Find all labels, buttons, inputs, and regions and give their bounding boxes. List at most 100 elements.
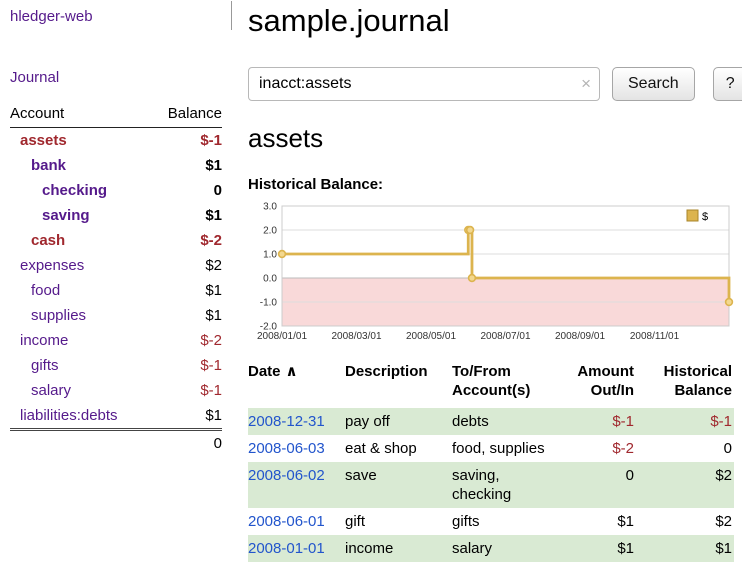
- date-header-label: Date: [248, 363, 281, 380]
- transaction-amount: $-1: [552, 408, 636, 435]
- register-header-amount[interactable]: Amount Out/In: [552, 360, 636, 408]
- account-balance: $1: [151, 303, 222, 328]
- sort-ascending-icon: ∧: [286, 363, 298, 380]
- register-row: 2008-06-01giftgifts$1$2: [248, 508, 734, 535]
- register-row: 2008-06-03 eat & shopfood, supplies$-20: [248, 435, 734, 462]
- account-row: supplies $1: [10, 303, 222, 328]
- register-header-date[interactable]: Date ∧: [248, 360, 345, 408]
- account-link[interactable]: liabilities:debts: [20, 407, 118, 424]
- account-balance: $1: [151, 403, 222, 430]
- search-button[interactable]: Search: [612, 67, 695, 101]
- account-name-cell: salary: [10, 378, 151, 403]
- account-balance: $-1: [151, 353, 222, 378]
- transaction-amount: $1: [552, 508, 636, 535]
- transaction-accounts: food, supplies: [452, 435, 552, 462]
- account-name-cell: checking: [10, 178, 151, 203]
- transaction-amount: $-2: [552, 435, 636, 462]
- transaction-balance: 0: [636, 435, 734, 462]
- account-link[interactable]: supplies: [31, 307, 86, 324]
- transaction-date-link[interactable]: 2008-06-02: [248, 467, 325, 484]
- transaction-balance: $2: [636, 508, 734, 535]
- account-name-cell: assets: [10, 128, 151, 154]
- main-content: sample.journal × Search ? assets Histori…: [232, 0, 742, 582]
- register-header-balance[interactable]: Historical Balance: [636, 360, 734, 408]
- account-link[interactable]: expenses: [20, 257, 84, 274]
- search-form: × Search ?: [248, 67, 742, 101]
- transaction-accounts: salary: [452, 535, 552, 562]
- register-header-accounts[interactable]: To/From Account(s): [452, 360, 552, 408]
- accounts-total-balance: 0: [151, 430, 222, 457]
- account-link[interactable]: gifts: [31, 357, 59, 374]
- transaction-accounts: debts: [452, 408, 552, 435]
- account-link[interactable]: salary: [31, 382, 71, 399]
- account-link[interactable]: bank: [31, 157, 66, 174]
- transaction-date-cell: 2008-06-03: [248, 435, 345, 462]
- svg-text:-1.0: -1.0: [260, 298, 278, 309]
- account-row: cash $-2: [10, 228, 222, 253]
- account-link[interactable]: income: [20, 332, 68, 349]
- transaction-date-link[interactable]: 2008-06-01: [248, 513, 325, 530]
- svg-text:2008/03/01: 2008/03/01: [331, 331, 381, 342]
- transaction-description: eat & shop: [345, 435, 452, 462]
- account-row: liabilities:debts $1: [10, 403, 222, 430]
- svg-text:2008/05/01: 2008/05/01: [406, 331, 456, 342]
- account-link[interactable]: saving: [42, 207, 90, 224]
- page-title: sample.journal: [248, 3, 742, 39]
- account-name-cell: liabilities:debts: [10, 403, 151, 430]
- hledger-web-app: hledger-web Journal Account Balance asse…: [0, 0, 742, 582]
- search-box: ×: [248, 67, 600, 101]
- transaction-accounts: gifts: [452, 508, 552, 535]
- transaction-date-cell: 2008-06-01: [248, 508, 345, 535]
- svg-text:3.0: 3.0: [263, 202, 277, 213]
- brand-link[interactable]: hledger-web: [10, 8, 222, 25]
- account-row: saving$1: [10, 203, 222, 228]
- account-row: gifts $-1: [10, 353, 222, 378]
- chart-title: Historical Balance:: [248, 176, 742, 193]
- transaction-date-link[interactable]: 2008-12-31: [248, 413, 325, 430]
- account-balance: 0: [151, 178, 222, 203]
- account-link[interactable]: cash: [31, 232, 65, 249]
- transaction-balance: $-1: [636, 408, 734, 435]
- register-row: 2008-12-31pay offdebts$-1$-1: [248, 408, 734, 435]
- account-name-cell: saving: [10, 203, 151, 228]
- sidebar: hledger-web Journal Account Balance asse…: [0, 0, 232, 582]
- transaction-date-link[interactable]: 2008-06-03: [248, 440, 325, 457]
- svg-text:2008/09/01: 2008/09/01: [555, 331, 605, 342]
- account-link[interactable]: assets: [20, 132, 67, 149]
- register-row: 2008-06-02savesaving, checking0$2: [248, 462, 734, 508]
- account-balance: $-2: [151, 228, 222, 253]
- account-balance: $1: [151, 153, 222, 178]
- account-balance: $-1: [151, 378, 222, 403]
- svg-text:2008/07/01: 2008/07/01: [480, 331, 530, 342]
- register-header-description[interactable]: Description: [345, 360, 452, 408]
- account-name-cell: gifts: [10, 353, 151, 378]
- register-row: 2008-01-01incomesalary$1$1: [248, 535, 734, 562]
- transaction-date-cell: 2008-06-02: [248, 462, 345, 508]
- account-name-cell: expenses: [10, 253, 151, 278]
- transaction-date-link[interactable]: 2008-01-01: [248, 540, 325, 557]
- accounts-header-row: Account Balance: [10, 101, 222, 128]
- account-heading: assets: [248, 123, 742, 154]
- transaction-amount: 0: [552, 462, 636, 508]
- journal-link[interactable]: Journal: [10, 69, 222, 86]
- transaction-description: save: [345, 462, 452, 508]
- help-button[interactable]: ?: [713, 67, 742, 101]
- svg-text:2008/11/01: 2008/11/01: [630, 331, 680, 342]
- account-name-cell: supplies: [10, 303, 151, 328]
- account-name-cell: cash: [10, 228, 151, 253]
- total-spacer: [10, 430, 151, 457]
- account-row: food$1: [10, 278, 222, 303]
- account-balance: $2: [151, 253, 222, 278]
- svg-text:0.0: 0.0: [263, 274, 277, 285]
- accounts-table: Account Balance assets $-1 bank $1 checking 0…: [10, 101, 222, 456]
- account-name-cell: bank: [10, 153, 151, 178]
- account-name-cell: food: [10, 278, 151, 303]
- svg-text:$: $: [702, 211, 708, 223]
- account-link[interactable]: checking: [42, 182, 107, 199]
- account-balance: $-1: [151, 128, 222, 154]
- account-link[interactable]: food: [31, 282, 60, 299]
- account-row: salary $-1: [10, 378, 222, 403]
- search-input[interactable]: [248, 67, 600, 101]
- clear-search-icon[interactable]: ×: [581, 74, 591, 94]
- account-row: bank $1: [10, 153, 222, 178]
